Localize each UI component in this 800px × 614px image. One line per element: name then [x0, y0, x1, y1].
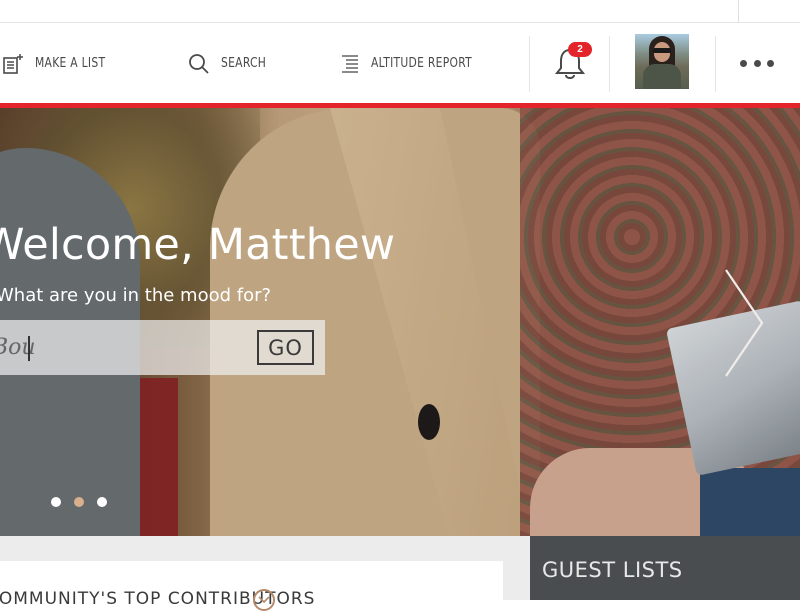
nav-altitude-report[interactable]: ALTITUDE REPORT: [340, 24, 481, 103]
altitude-report-icon: [340, 54, 360, 74]
more-dots-icon: [753, 60, 761, 67]
notification-count-badge: 2: [568, 42, 592, 57]
hero-banner: Welcome, Matthew What are you in the moo…: [0, 108, 800, 536]
more-dots-icon: [740, 60, 747, 67]
carousel-dots: [51, 497, 107, 507]
welcome-heading: Welcome, Matthew: [0, 220, 396, 270]
chevron-down-icon: [258, 596, 270, 604]
carousel-dot[interactable]: [51, 497, 61, 507]
avatar-body: [643, 64, 681, 89]
divider: [738, 0, 739, 23]
more-dots-icon: [767, 60, 774, 67]
go-button[interactable]: GO: [257, 330, 314, 365]
nav-make-a-list[interactable]: MAKE A LIST: [2, 24, 111, 103]
divider: [715, 36, 716, 92]
notifications-button[interactable]: [552, 24, 598, 103]
mood-prompt: What are you in the mood for?: [0, 285, 272, 306]
divider: [529, 36, 530, 92]
user-avatar[interactable]: [635, 34, 689, 89]
more-menu-button[interactable]: [740, 24, 774, 103]
chevron-right-icon[interactable]: [722, 268, 766, 378]
nav-altitude-report-label: ALTITUDE REPORT: [371, 56, 472, 71]
contributors-card: COMMUNITY'S TOP CONTRIBUTORS: [0, 561, 503, 611]
mood-search-box: GO: [0, 320, 325, 375]
carousel-dot-active[interactable]: [74, 497, 84, 507]
nav-search-label: SEARCH: [221, 56, 267, 71]
text-caret: [28, 336, 30, 361]
navigation-bar: MAKE A LIST SEARCH ALTITUDE REPORT 2: [0, 24, 800, 103]
guest-lists-title: GUEST LISTS: [542, 558, 683, 582]
expand-contributors-button[interactable]: [253, 589, 275, 611]
top-strip: [0, 0, 800, 23]
nav-search[interactable]: SEARCH: [188, 24, 270, 103]
search-icon: [188, 53, 210, 75]
make-list-icon: [2, 53, 24, 75]
divider: [609, 36, 610, 92]
mood-search-input[interactable]: [0, 320, 250, 375]
guest-lists-panel: GUEST LISTS: [530, 536, 800, 600]
avatar-sunglasses: [653, 48, 671, 53]
carousel-dot[interactable]: [97, 497, 107, 507]
nav-make-a-list-label: MAKE A LIST: [35, 56, 106, 71]
